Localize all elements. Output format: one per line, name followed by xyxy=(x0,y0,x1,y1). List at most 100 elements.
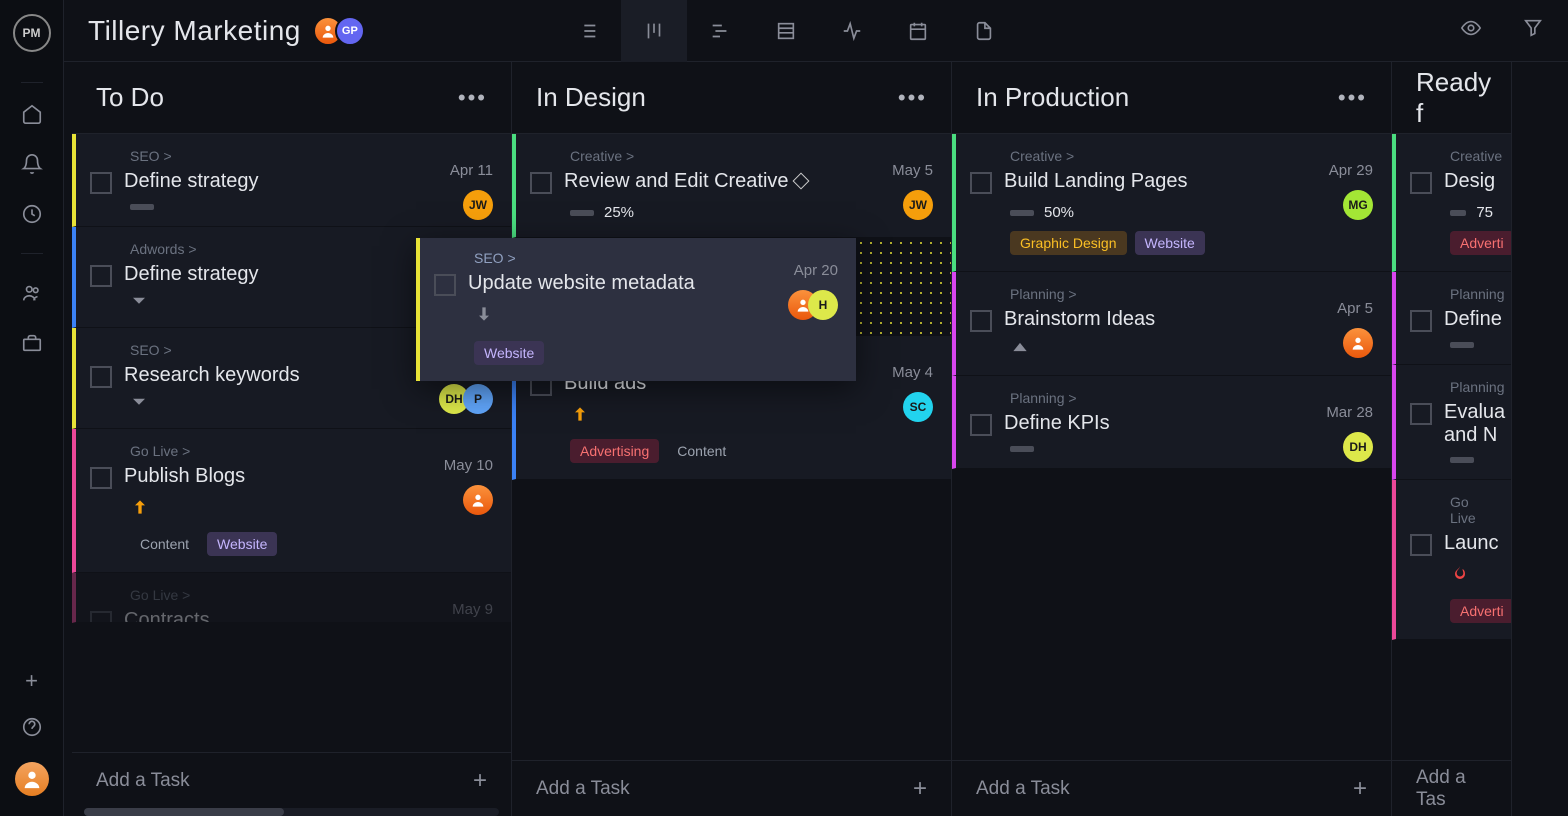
left-sidebar: PM + xyxy=(0,0,64,816)
tag[interactable]: Adverti xyxy=(1450,599,1511,623)
card-date: Apr 11 xyxy=(450,162,493,179)
tag[interactable]: Graphic Design xyxy=(1010,231,1127,255)
activity-view-icon[interactable] xyxy=(819,0,885,62)
assignee-avatar[interactable] xyxy=(463,485,493,515)
add-task-button[interactable]: Add a Task + xyxy=(952,760,1391,816)
card-category: Creative > xyxy=(570,148,933,164)
card-checkbox[interactable] xyxy=(970,172,992,194)
add-task-button[interactable]: Add a Task + xyxy=(72,752,511,808)
card-checkbox[interactable] xyxy=(90,467,112,489)
task-card[interactable]: Go Live > Publish Blogs May 10ContentWeb… xyxy=(72,429,511,573)
board-view-icon[interactable] xyxy=(621,0,687,62)
assignee-avatar[interactable]: JW xyxy=(903,190,933,220)
card-title: Brainstorm Ideas xyxy=(1004,308,1373,331)
task-card[interactable]: Planning Define xyxy=(1392,272,1511,365)
filter-icon[interactable] xyxy=(1522,17,1544,44)
scroll-track[interactable] xyxy=(84,808,499,816)
sheet-view-icon[interactable] xyxy=(753,0,819,62)
card-checkbox[interactable] xyxy=(90,172,112,194)
card-checkbox[interactable] xyxy=(90,611,112,623)
user-avatar[interactable] xyxy=(15,762,49,796)
home-icon[interactable] xyxy=(21,103,43,125)
card-checkbox[interactable] xyxy=(1410,403,1432,425)
card-date: May 9 xyxy=(452,601,493,618)
tag[interactable]: Advertising xyxy=(570,439,659,463)
card-checkbox[interactable] xyxy=(970,310,992,332)
add-task-button[interactable]: Add a Tas xyxy=(1392,760,1511,816)
files-view-icon[interactable] xyxy=(951,0,1017,62)
assignee-avatar[interactable]: JW xyxy=(463,190,493,220)
add-icon[interactable]: + xyxy=(21,670,43,692)
priority-bar xyxy=(130,204,154,210)
calendar-view-icon[interactable] xyxy=(885,0,951,62)
assignee-avatar[interactable]: P xyxy=(463,384,493,414)
assignee-avatar[interactable]: SC xyxy=(903,392,933,422)
column-body: Creative > Build Landing Pages Apr 29MG5… xyxy=(952,134,1391,760)
card-date: Apr 20 xyxy=(794,262,838,279)
app-logo[interactable]: PM xyxy=(13,14,51,52)
card-title: Define strategy xyxy=(124,170,493,193)
card-date: May 10 xyxy=(444,457,493,474)
dragging-card[interactable]: SEO > Update website metadata Apr 20 H W… xyxy=(416,238,856,381)
notifications-icon[interactable] xyxy=(21,153,43,175)
column-header: To Do ••• xyxy=(72,62,511,134)
tag[interactable]: Website xyxy=(474,341,544,365)
tag[interactable]: Website xyxy=(207,532,277,556)
tag[interactable]: Content xyxy=(130,532,199,556)
header-avatars[interactable]: GP xyxy=(321,16,365,46)
tag[interactable]: Content xyxy=(667,439,736,463)
column-header: Ready f xyxy=(1392,62,1511,134)
assignee-avatar[interactable]: H xyxy=(808,290,838,320)
task-card[interactable]: SEO > Define strategy Apr 11JW xyxy=(72,134,511,227)
card-checkbox[interactable] xyxy=(90,366,112,388)
add-task-label: Add a Task xyxy=(976,778,1070,800)
column-header: In Production ••• xyxy=(952,62,1391,134)
card-category: Planning xyxy=(1450,286,1493,302)
task-card[interactable]: Creative > Review and Edit Creative May … xyxy=(512,134,951,238)
column-menu-icon[interactable]: ••• xyxy=(1338,85,1367,111)
tag[interactable]: Adverti xyxy=(1450,231,1511,255)
card-date: Mar 28 xyxy=(1326,404,1373,421)
card-checkbox[interactable] xyxy=(90,265,112,287)
list-view-icon[interactable] xyxy=(555,0,621,62)
column-header: In Design ••• xyxy=(512,62,951,134)
assignee-avatar[interactable]: DH xyxy=(1343,432,1373,462)
progress-text: 50% xyxy=(1044,204,1074,221)
column-menu-icon[interactable]: ••• xyxy=(458,85,487,111)
assignee-avatar[interactable]: MG xyxy=(1343,190,1373,220)
member-avatar[interactable]: GP xyxy=(335,16,365,46)
card-title: Evalua and N xyxy=(1444,401,1505,447)
card-date: May 5 xyxy=(892,162,933,179)
card-checkbox[interactable] xyxy=(970,414,992,436)
team-icon[interactable] xyxy=(21,282,43,304)
recent-icon[interactable] xyxy=(21,203,43,225)
task-card[interactable]: Go Live Launc Adverti xyxy=(1392,480,1511,640)
top-header: Tillery Marketing GP xyxy=(64,0,1568,62)
column-menu-icon[interactable]: ••• xyxy=(898,85,927,111)
diamond-icon xyxy=(792,173,809,190)
gantt-view-icon[interactable] xyxy=(687,0,753,62)
task-card[interactable]: Planning Evalua and N xyxy=(1392,365,1511,480)
task-card[interactable]: Creative Desig 75Adverti xyxy=(1392,134,1511,272)
add-task-button[interactable]: Add a Task + xyxy=(512,760,951,816)
card-checkbox[interactable] xyxy=(1410,172,1432,194)
scroll-thumb[interactable] xyxy=(84,808,284,816)
task-card[interactable]: Go Live > Contracts May 9 xyxy=(72,573,511,623)
help-icon[interactable] xyxy=(21,716,43,738)
plus-icon: + xyxy=(473,767,487,795)
card-checkbox[interactable] xyxy=(1410,534,1432,556)
card-checkbox[interactable] xyxy=(1410,310,1432,332)
visibility-icon[interactable] xyxy=(1460,17,1482,44)
priority-bar xyxy=(1450,210,1466,216)
card-checkbox[interactable] xyxy=(434,274,456,296)
tag[interactable]: Website xyxy=(1135,231,1205,255)
task-card[interactable]: Planning > Define KPIs Mar 28DH xyxy=(952,376,1391,469)
card-checkbox[interactable] xyxy=(530,172,552,194)
column-body: SEO > Define strategy Apr 11JW Adwords >… xyxy=(72,134,511,752)
task-card[interactable]: Creative > Build Landing Pages Apr 29MG5… xyxy=(952,134,1391,272)
task-card[interactable]: Planning > Brainstorm Ideas Apr 5 xyxy=(952,272,1391,376)
column-title: Ready f xyxy=(1416,67,1491,129)
assignee-avatar[interactable] xyxy=(1343,328,1373,358)
priority-bar xyxy=(1450,342,1474,348)
briefcase-icon[interactable] xyxy=(21,332,43,354)
